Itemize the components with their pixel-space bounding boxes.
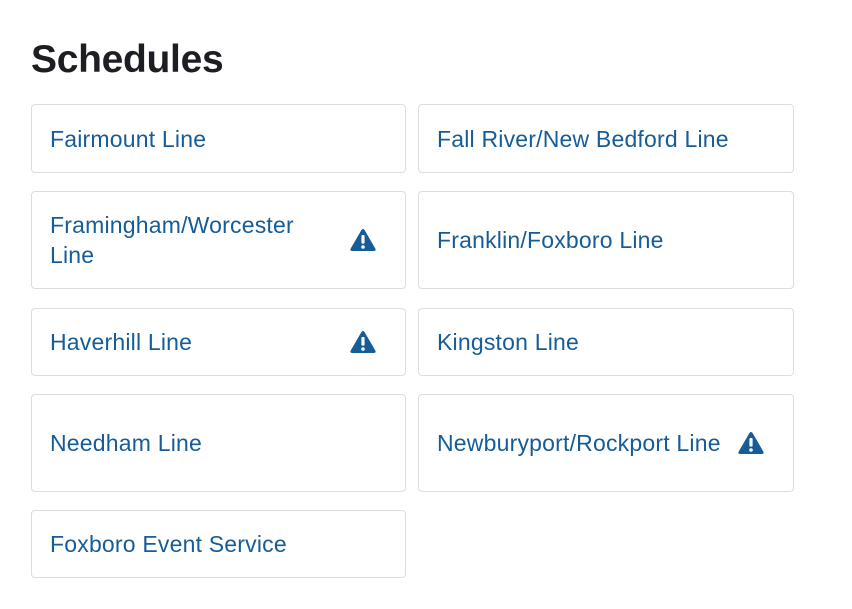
schedule-link-label: Fall River/New Bedford Line (437, 125, 729, 152)
warning-triangle-icon (350, 330, 376, 354)
schedule-link-haverhill[interactable]: Haverhill Line (31, 308, 406, 376)
schedule-link-label: Framingham/Worcester Line (50, 212, 294, 268)
schedule-link-foxboro-event-service[interactable]: Foxboro Event Service (31, 510, 406, 578)
schedule-link-kingston[interactable]: Kingston Line (418, 308, 794, 376)
schedule-link-needham[interactable]: Needham Line (31, 394, 406, 492)
schedule-link-label: Fairmount Line (50, 125, 207, 152)
schedule-link-framingham-worcester[interactable]: Framingham/Worcester Line (31, 191, 406, 289)
schedule-link-label: Franklin/Foxboro Line (437, 227, 664, 253)
warning-triangle-icon (738, 431, 764, 455)
schedule-link-label: Needham Line (50, 430, 203, 456)
schedule-link-fairmount[interactable]: Fairmount Line (31, 104, 406, 173)
schedule-link-label: Kingston Line (437, 329, 579, 355)
schedule-link-fall-river-new-bedford[interactable]: Fall River/New Bedford Line (418, 104, 794, 173)
schedule-link-franklin-foxboro[interactable]: Franklin/Foxboro Line (418, 191, 794, 289)
page-title: Schedules (31, 38, 224, 81)
schedule-link-newburyport-rockport[interactable]: Newburyport/Rockport Line (418, 394, 794, 492)
schedule-link-label: Haverhill Line (50, 329, 193, 355)
schedule-link-label: Foxboro Event Service (50, 531, 287, 557)
warning-triangle-icon (350, 228, 376, 252)
schedule-link-label: Newburyport/Rockport Line (437, 430, 721, 456)
